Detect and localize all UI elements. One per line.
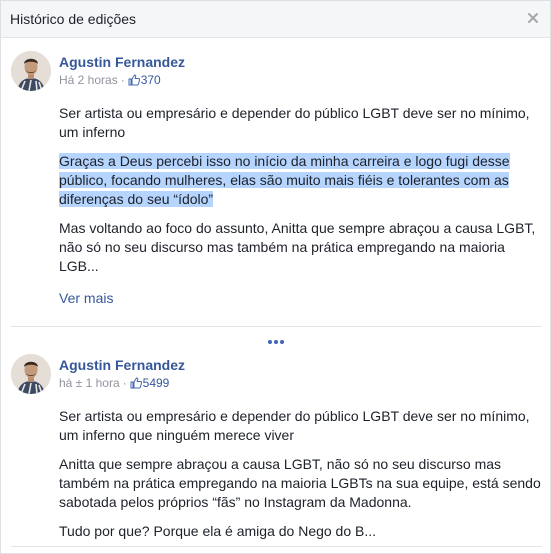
expand-button[interactable]: [268, 331, 286, 344]
post-body: Ser artista ou empresário e depender do …: [59, 407, 541, 551]
dialog-header: Histórico de edições: [1, 1, 550, 38]
author-name[interactable]: Agustin Fernandez: [59, 53, 185, 71]
post-paragraph: Anitta que sempre abraçou a causa LGBT, …: [59, 456, 541, 510]
meta-separator: ·: [122, 376, 127, 390]
thumbs-up-icon: [130, 377, 142, 389]
post-paragraph: Ser artista ou empresário e depender do …: [59, 105, 530, 140]
see-more-link[interactable]: Ver mais: [59, 289, 541, 308]
like-count[interactable]: 5499: [143, 376, 170, 390]
dialog-title: Histórico de edições: [10, 11, 137, 27]
timestamp[interactable]: há ± 1 hora: [59, 376, 120, 390]
more-dots-icon: [268, 340, 272, 344]
post-body: Ser artista ou empresário e depender do …: [59, 104, 541, 308]
divider: [11, 546, 542, 547]
edit-history-dialog: Histórico de edições Agustin Fernandez H…: [0, 0, 551, 554]
post-paragraph: Ser artista ou empresário e depender do …: [59, 408, 530, 443]
timestamp[interactable]: Há 2 horas: [59, 73, 118, 87]
post-paragraph-selected: Graças a Deus percebi isso no início da …: [59, 152, 541, 209]
divider: [11, 326, 542, 327]
avatar[interactable]: [11, 354, 51, 394]
close-button[interactable]: [526, 11, 540, 25]
meta-separator: ·: [120, 73, 125, 87]
post-meta: Há 2 horas · 370: [59, 72, 161, 88]
profile-photo-icon: [11, 354, 51, 394]
post-paragraph: Mas voltando ao foco do assunto, Anitta …: [59, 220, 536, 274]
close-icon: [528, 13, 538, 23]
like-count[interactable]: 370: [141, 73, 161, 87]
post-meta: há ± 1 hora · 5499: [59, 375, 169, 391]
thumbs-up-icon: [128, 74, 140, 86]
author-name[interactable]: Agustin Fernandez: [59, 356, 185, 374]
avatar[interactable]: [11, 51, 51, 91]
selected-text: Graças a Deus percebi isso no início da …: [59, 153, 510, 207]
profile-photo-icon: [11, 51, 51, 91]
post-paragraph: Tudo por que? Porque ela é amiga do Nego…: [59, 523, 377, 539]
